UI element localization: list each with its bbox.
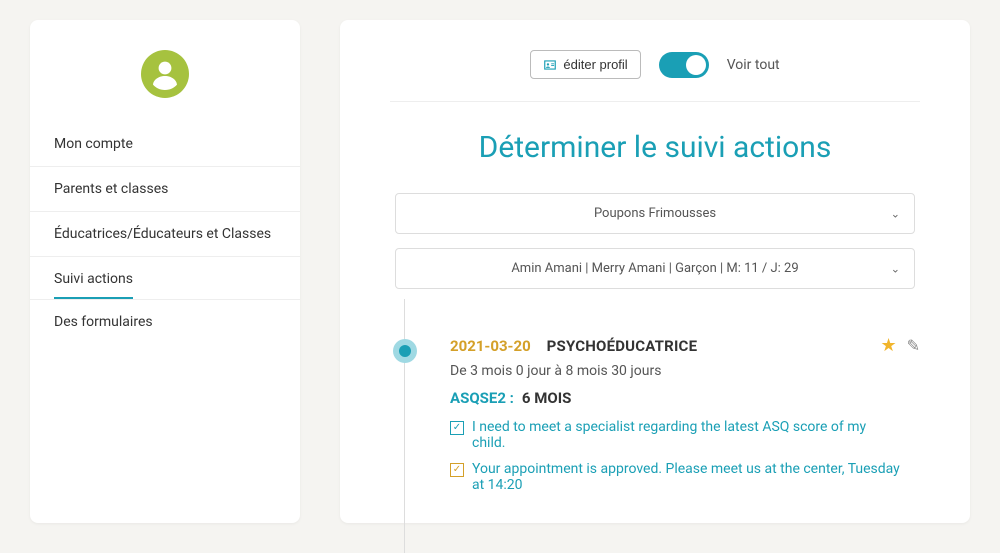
edit-profile-button[interactable]: éditer profil	[530, 50, 640, 79]
check-icon: ✓	[450, 463, 464, 477]
entry-role: PSYCHOÉDUCATRICE	[547, 337, 698, 355]
asq-value: 6 MOIS	[522, 389, 571, 407]
user-avatar-icon	[141, 50, 189, 98]
page-title: Déterminer le suivi actions	[390, 130, 920, 165]
id-card-icon	[543, 58, 557, 72]
timeline-dot	[393, 339, 417, 363]
timeline-entry: ★ ✎ 2021-03-20 PSYCHOÉDUCATRICE De 3 moi…	[420, 329, 920, 503]
child-select-value: Amin Amani | Merry Amani | Garçon | M: 1…	[511, 261, 798, 276]
entry-actions: ★ ✎	[880, 335, 920, 356]
view-all-label: Voir tout	[727, 57, 780, 73]
sidebar-item-educatrices-classes[interactable]: Éducatrices/Éducateurs et Classes	[30, 212, 300, 257]
timeline-rail	[390, 329, 420, 503]
entry-message-request: ✓ I need to meet a specialist regarding …	[450, 419, 900, 451]
chevron-down-icon: ⌄	[891, 262, 900, 275]
entry-message-approved: ✓ Your appointment is approved. Please m…	[450, 461, 900, 493]
entry-header: 2021-03-20 PSYCHOÉDUCATRICE	[450, 337, 900, 355]
sidebar: Mon compte Parents et classes Éducatrice…	[30, 20, 300, 523]
pencil-icon[interactable]: ✎	[907, 336, 920, 355]
timeline: ★ ✎ 2021-03-20 PSYCHOÉDUCATRICE De 3 moi…	[390, 329, 920, 503]
chevron-down-icon: ⌄	[891, 207, 900, 220]
message-text: Your appointment is approved. Please mee…	[472, 461, 900, 493]
group-select-value: Poupons Frimousses	[594, 206, 716, 221]
avatar	[30, 50, 300, 102]
entry-asq: ASQSE2 : 6 MOIS	[450, 389, 900, 407]
star-icon[interactable]: ★	[880, 335, 896, 356]
message-text: I need to meet a specialist regarding th…	[472, 419, 900, 451]
asq-label: ASQSE2 :	[450, 389, 514, 407]
entry-date: 2021-03-20	[450, 337, 531, 355]
sidebar-item-formulaires[interactable]: Des formulaires	[30, 300, 300, 344]
sidebar-item-suivi-actions-wrap: Suivi actions	[30, 257, 300, 300]
child-select[interactable]: Amin Amani | Merry Amani | Garçon | M: 1…	[395, 248, 915, 289]
view-all-toggle[interactable]	[659, 52, 709, 78]
main-panel: éditer profil Voir tout Déterminer le su…	[340, 20, 970, 523]
sidebar-item-suivi-actions[interactable]: Suivi actions	[54, 257, 133, 299]
sidebar-item-mon-compte[interactable]: Mon compte	[30, 122, 300, 167]
group-select[interactable]: Poupons Frimousses ⌄	[395, 193, 915, 234]
edit-profile-label: éditer profil	[563, 57, 627, 72]
sidebar-item-parents-classes[interactable]: Parents et classes	[30, 167, 300, 212]
entry-age-range: De 3 mois 0 jour à 8 mois 30 jours	[450, 363, 900, 379]
check-icon: ✓	[450, 421, 464, 435]
toolbar: éditer profil Voir tout	[390, 50, 920, 102]
